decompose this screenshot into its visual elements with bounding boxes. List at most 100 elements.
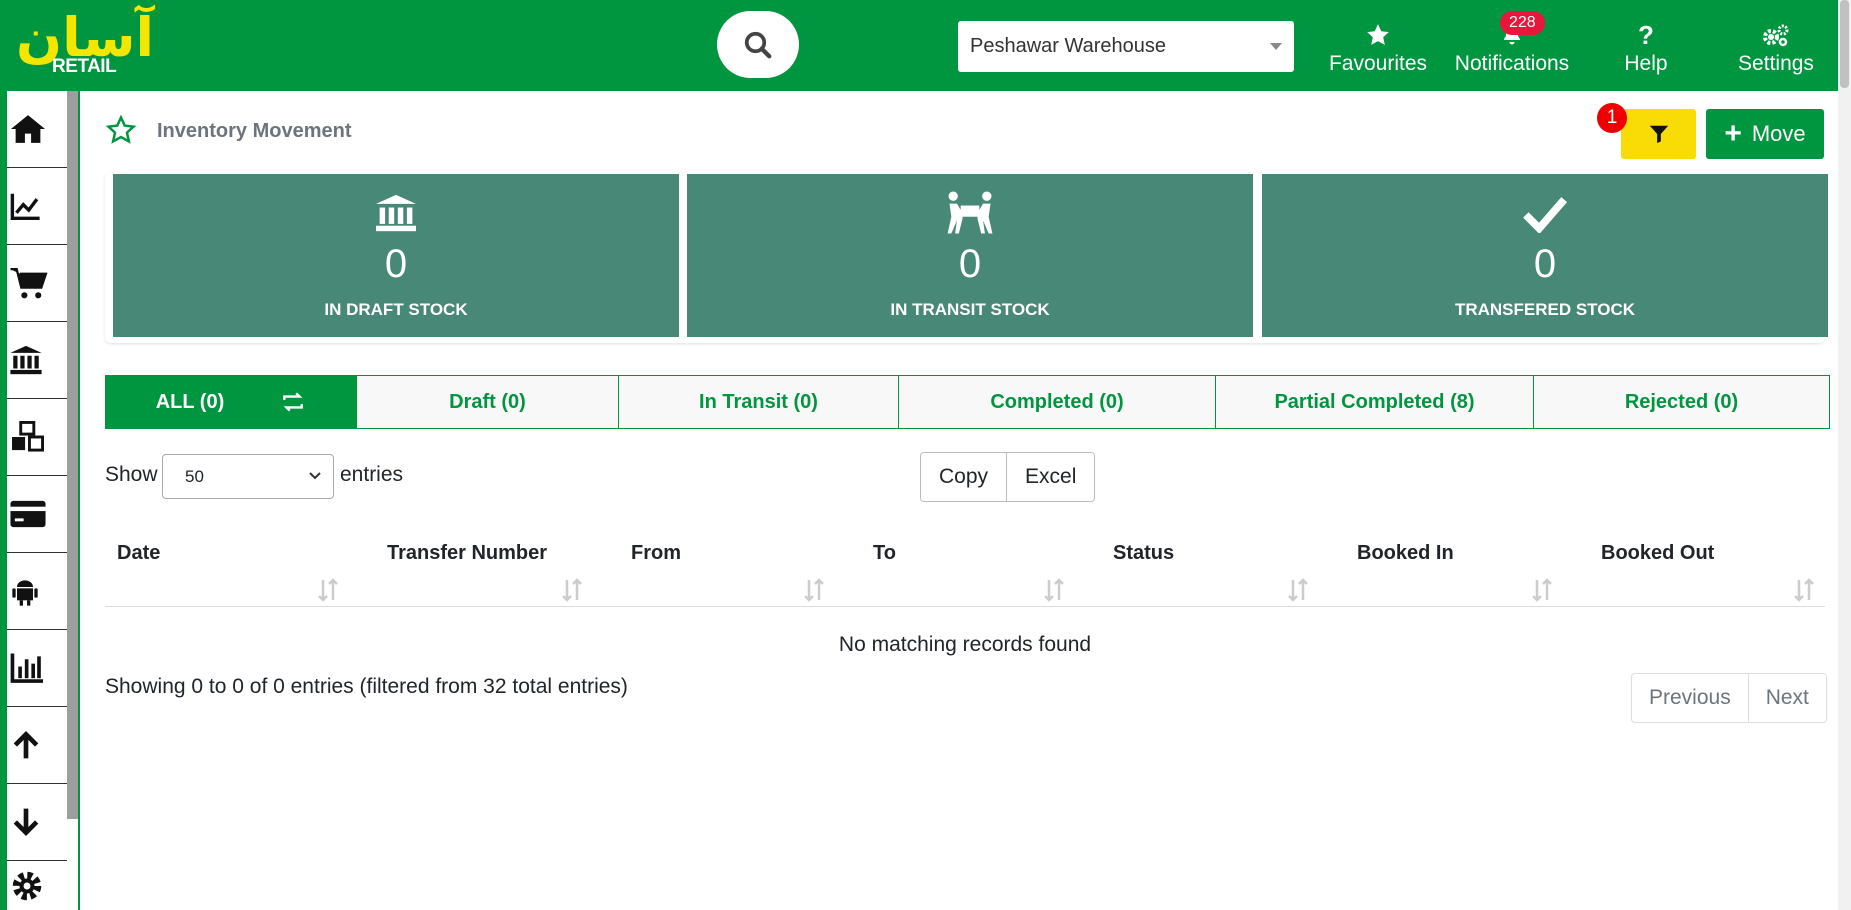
sidebar-item-banking[interactable]: [7, 322, 67, 399]
sidebar-item-upload[interactable]: [7, 707, 67, 784]
sidebar-scrollbar[interactable]: [67, 91, 78, 819]
nav-label: Help: [1624, 52, 1668, 75]
nav-settings[interactable]: Settings: [1730, 20, 1822, 80]
page-title: Inventory Movement: [157, 120, 352, 142]
sort-icon[interactable]: [317, 578, 339, 602]
chevron-down-icon: [1270, 43, 1282, 50]
page-scrollbar[interactable]: [1838, 0, 1851, 910]
scrollbar-thumb[interactable]: [1840, 0, 1849, 88]
column-label: Booked Out: [1601, 542, 1715, 564]
card-label: IN TRANSIT STOCK: [890, 300, 1050, 319]
card-label: TRANSFERED STOCK: [1454, 300, 1636, 319]
previous-page-button[interactable]: Previous: [1632, 674, 1748, 722]
column-label: From: [631, 542, 681, 564]
tab-label: Rejected (0): [1624, 390, 1739, 413]
sidebar-item-dashboard[interactable]: [7, 168, 67, 245]
sort-icon[interactable]: [1793, 578, 1815, 602]
sidebar-item-sales[interactable]: [7, 245, 67, 322]
nav-label: Favourites: [1328, 52, 1428, 75]
card-transfered-stock[interactable]: 0 TRANSFERED STOCK: [1262, 174, 1828, 337]
favourite-star-icon[interactable]: [105, 115, 137, 145]
refresh-icon[interactable]: [280, 391, 306, 413]
sidebar-item-mobile-app[interactable]: [7, 553, 67, 630]
search-icon: [744, 31, 772, 58]
main-content: Inventory Movement 1 + Move 0 IN DRAFT S…: [80, 91, 1838, 910]
nav-label: Settings: [1738, 52, 1814, 75]
entries-select-value: 50: [185, 466, 204, 486]
app-logo[interactable]: آسان RETAIL: [14, 6, 154, 78]
plus-icon: +: [1724, 117, 1742, 150]
nav-notifications[interactable]: 228 Notifications: [1450, 11, 1574, 80]
sidebar-item-inventory[interactable]: [7, 399, 67, 476]
nav-label: Notifications: [1454, 52, 1570, 75]
card-draft-stock[interactable]: 0 IN DRAFT STOCK: [113, 174, 679, 337]
card-label: IN DRAFT STOCK: [324, 300, 468, 319]
column-header-from[interactable]: From: [619, 516, 835, 606]
sidebar-item-settings[interactable]: [7, 861, 67, 910]
chart-line-icon: [10, 193, 40, 220]
tab-partial-completed[interactable]: Partial Completed (8): [1215, 375, 1534, 429]
logo-retail-text: RETAIL: [52, 56, 117, 77]
star-icon: [1367, 24, 1389, 45]
column-label: Date: [117, 542, 161, 564]
tab-label: In Transit (0): [699, 390, 818, 413]
column-header-to[interactable]: To: [861, 516, 1075, 606]
people-carry-icon: [947, 191, 993, 234]
nav-favourites[interactable]: Favourites: [1328, 20, 1428, 80]
sort-icon[interactable]: [1043, 578, 1065, 602]
entries-per-page-select[interactable]: 50: [162, 454, 334, 499]
empty-table-message: No matching records found: [838, 633, 1092, 656]
sidebar-item-payments[interactable]: [7, 476, 67, 553]
filter-icon: [1649, 125, 1668, 144]
tab-rejected[interactable]: Rejected (0): [1533, 375, 1830, 429]
next-page-button[interactable]: Next: [1747, 674, 1826, 722]
top-bar: آسان RETAIL Peshawar Warehouse Favourite…: [0, 0, 1851, 91]
card-value: 0: [1533, 242, 1557, 286]
question-icon: ?: [1638, 19, 1654, 50]
card-value: 0: [384, 242, 408, 286]
credit-card-icon: [10, 500, 46, 528]
column-label: Booked In: [1357, 542, 1454, 564]
gear-icon: [12, 871, 42, 900]
sort-icon[interactable]: [803, 578, 825, 602]
filter-button[interactable]: [1621, 109, 1696, 159]
gears-icon: [1763, 24, 1789, 47]
column-label: Status: [1113, 542, 1175, 564]
bank-icon: [10, 345, 42, 375]
sidebar-item-home[interactable]: [7, 91, 67, 168]
sidebar-item-reports[interactable]: [7, 630, 67, 707]
column-header-booked-out[interactable]: Booked Out: [1589, 516, 1825, 606]
card-transit-stock[interactable]: 0 IN TRANSIT STOCK: [687, 174, 1253, 337]
notification-count-badge: 228: [1500, 11, 1545, 35]
tab-draft[interactable]: Draft (0): [356, 375, 619, 429]
sort-icon[interactable]: [561, 578, 583, 602]
export-buttons: Copy Excel: [920, 452, 1096, 502]
search-button[interactable]: [717, 11, 799, 78]
sort-icon[interactable]: [1531, 578, 1553, 602]
table-info: Showing 0 to 0 of 0 entries (filtered fr…: [105, 675, 628, 698]
filter-count-badge: 1: [1597, 103, 1627, 133]
tab-all[interactable]: ALL (0): [105, 375, 357, 429]
column-header-transfer-number[interactable]: Transfer Number: [375, 516, 593, 606]
cart-icon: [10, 268, 48, 299]
sidebar-border: [0, 91, 7, 910]
nav-help[interactable]: ? Help: [1606, 20, 1686, 80]
sidebar-item-download[interactable]: [7, 784, 67, 861]
tab-in-transit[interactable]: In Transit (0): [618, 375, 899, 429]
sort-icon[interactable]: [1287, 578, 1309, 602]
card-value: 0: [958, 242, 982, 286]
tab-completed[interactable]: Completed (0): [898, 375, 1216, 429]
copy-button[interactable]: Copy: [921, 453, 1007, 501]
tab-label: Draft (0): [449, 390, 526, 413]
excel-button[interactable]: Excel: [1006, 453, 1095, 501]
cubes-icon: [12, 421, 44, 452]
move-button[interactable]: + Move: [1706, 109, 1824, 159]
column-label: Transfer Number: [387, 542, 548, 564]
column-header-status[interactable]: Status: [1101, 516, 1319, 606]
bar-chart-icon: [10, 653, 43, 683]
column-header-booked-in[interactable]: Booked In: [1345, 516, 1563, 606]
arrow-down-icon: [13, 808, 39, 836]
column-header-date[interactable]: Date: [105, 516, 349, 606]
warehouse-select[interactable]: Peshawar Warehouse: [958, 21, 1294, 72]
tab-label: Completed (0): [990, 390, 1124, 413]
